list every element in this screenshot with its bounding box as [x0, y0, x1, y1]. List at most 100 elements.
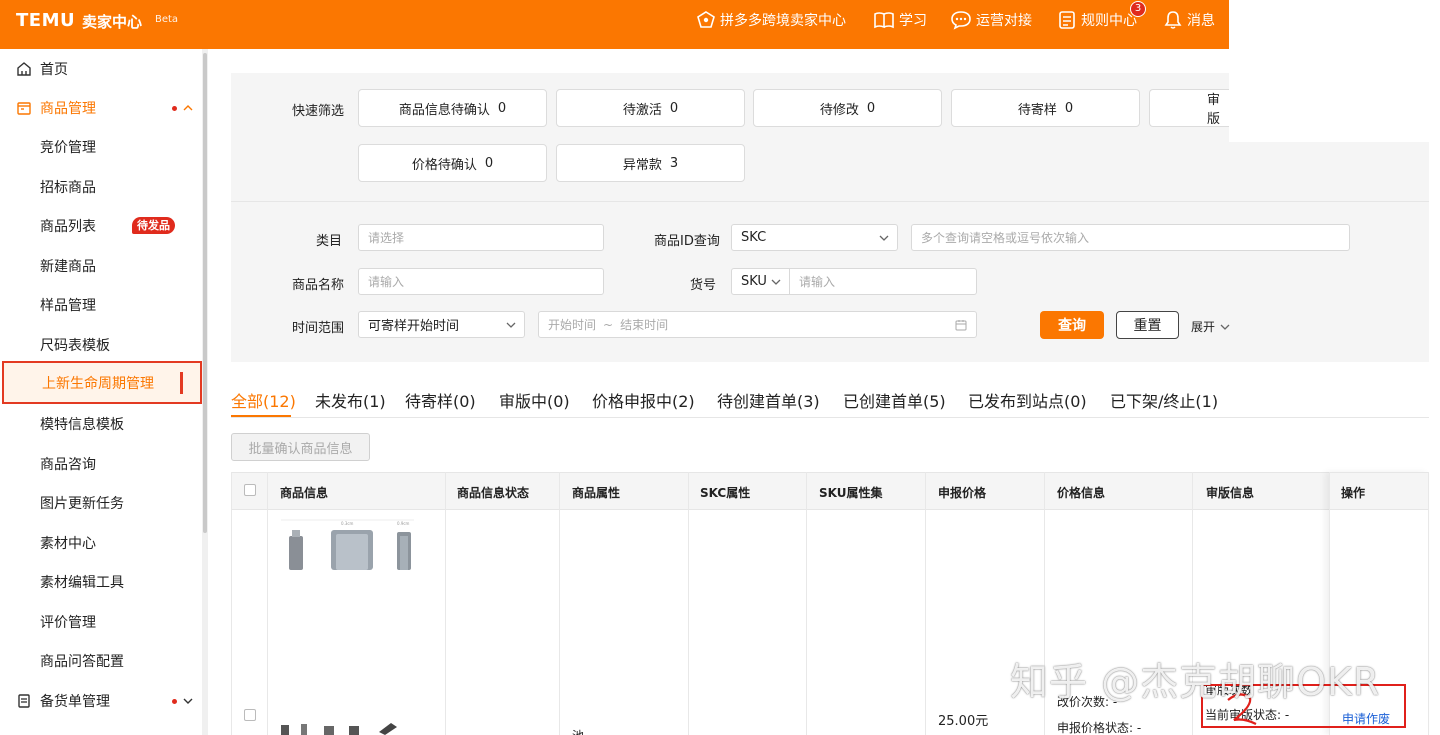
- product-thumbnail[interactable]: 0.3cm 0.9cm: [279, 518, 416, 570]
- grid-line: [559, 472, 560, 735]
- time-type-select[interactable]: 可寄样开始时间: [358, 311, 525, 338]
- sidebar-label: 商品咨询: [40, 457, 96, 473]
- tab-delisted[interactable]: 已下架/终止(1): [1110, 388, 1218, 412]
- price-report-status: 申报价格状态: -: [1057, 721, 1142, 735]
- select-value: SKU: [741, 274, 767, 289]
- expand-toggle[interactable]: 展开: [1191, 318, 1230, 335]
- nav-label: 运营对接: [976, 13, 1032, 29]
- range-separator: ~: [603, 317, 614, 332]
- qbtn-count: 0: [669, 100, 679, 116]
- sidebar-label: 素材中心: [40, 536, 96, 552]
- sidebar-label: 商品管理: [40, 101, 96, 117]
- quick-filter-pending-modify[interactable]: 待修改 0: [753, 89, 942, 127]
- calendar-icon: [955, 320, 967, 331]
- placeholder: 多个查询请空格或逗号依次输入: [921, 231, 1090, 245]
- nav-pdd-seller-center[interactable]: 拼多多跨境卖家中心: [696, 0, 846, 40]
- tab-first-order-created[interactable]: 已创建首单(5): [843, 388, 946, 412]
- sidebar-item-material-editor[interactable]: 素材编辑工具: [0, 564, 202, 600]
- reset-button[interactable]: 重置: [1116, 311, 1179, 339]
- col-goods-info: 商品信息: [280, 486, 329, 500]
- qbtn-label: 价格待确认: [411, 157, 477, 173]
- sidebar-label: 素材编辑工具: [40, 575, 124, 591]
- row-checkbox[interactable]: [244, 709, 256, 721]
- quick-filter-panel-ext: [1229, 142, 1429, 201]
- sidebar-item-reviews[interactable]: 评价管理: [0, 604, 202, 640]
- grid-line: [1428, 472, 1429, 735]
- product-id-type-select[interactable]: SKC: [731, 224, 898, 251]
- qbtn-label: 待激活: [622, 102, 662, 118]
- qbtn-label: 异常款: [622, 157, 662, 173]
- tab-unpublished[interactable]: 未发布(1): [315, 388, 386, 412]
- quick-filter-review[interactable]: 审版: [1149, 89, 1229, 127]
- sidebar-scroll-thumb[interactable]: [203, 53, 207, 533]
- active-indicator: [180, 372, 183, 394]
- top-header: TEMU 卖家中心 Beta 拼多多跨境卖家中心 学习 运营对接 规则中心 3 …: [0, 0, 1229, 49]
- sidebar-item-material-center[interactable]: 素材中心: [0, 525, 202, 561]
- category-select[interactable]: 请选择: [358, 224, 604, 251]
- sidebar-item-tender-goods[interactable]: 招标商品: [0, 169, 202, 205]
- select-all-checkbox[interactable]: [244, 484, 256, 496]
- active-tab-underline: [231, 415, 291, 417]
- watermark-text: 知乎 @杰克胡聊OKR: [1010, 660, 1381, 704]
- quick-filter-pending-activate[interactable]: 待激活 0: [556, 89, 745, 127]
- col-info-status: 商品信息状态: [457, 486, 530, 500]
- nav-operation[interactable]: 运营对接: [950, 0, 1032, 40]
- end-placeholder: 结束时间: [620, 318, 669, 332]
- goods-name-label: 商品名称: [292, 278, 345, 293]
- nav-learn[interactable]: 学习: [873, 0, 927, 40]
- sidebar-item-size-chart[interactable]: 尺码表模板: [0, 327, 202, 363]
- placeholder: 请输入: [368, 275, 405, 289]
- chevron-down-icon: [1220, 324, 1230, 330]
- blank-region: [1229, 0, 1440, 142]
- quick-filter-pending-sample[interactable]: 待寄样 0: [951, 89, 1140, 127]
- goods-name-input[interactable]: 请输入: [358, 268, 604, 295]
- temu-logo[interactable]: TEMU: [16, 10, 75, 31]
- tab-price-reporting[interactable]: 价格申报中(2): [592, 388, 695, 412]
- tab-published-to-site[interactable]: 已发布到站点(0): [968, 388, 1087, 412]
- grid-line: [688, 472, 689, 735]
- batch-confirm-button[interactable]: 批量确认商品信息: [231, 433, 370, 461]
- quick-filter-price-confirm[interactable]: 价格待确认 0: [358, 144, 547, 182]
- sidebar-item-model-template[interactable]: 模特信息模板: [0, 406, 202, 442]
- sidebar-item-bidding[interactable]: 竞价管理: [0, 129, 202, 165]
- tab-pending-first-order[interactable]: 待创建首单(3): [717, 388, 820, 412]
- nav-messages[interactable]: 消息: [1163, 0, 1215, 40]
- tab-reviewing[interactable]: 审版中(0): [499, 388, 570, 412]
- query-button[interactable]: 查询: [1040, 311, 1104, 339]
- sidebar-item-sample[interactable]: 样品管理: [0, 287, 202, 323]
- sidebar-label: 竞价管理: [40, 140, 96, 156]
- sidebar-item-goods-list[interactable]: 商品列表 待发品: [0, 208, 202, 244]
- product-thumbnail[interactable]: [279, 720, 404, 735]
- date-range-picker[interactable]: 开始时间 ~ 结束时间: [538, 311, 977, 338]
- col-sku-attrs: SKU属性集: [819, 486, 883, 500]
- col-report-price: 申报价格: [938, 486, 987, 500]
- expand-label: 展开: [1191, 320, 1216, 334]
- sidebar-label: 商品列表: [40, 219, 96, 235]
- svg-text:0.9cm: 0.9cm: [397, 521, 410, 526]
- sidebar-item-qa-config[interactable]: 商品问答配置: [0, 643, 202, 679]
- chevron-up-icon: [183, 105, 193, 111]
- tab-pending-sample[interactable]: 待寄样(0): [405, 388, 476, 412]
- grid-line: [445, 472, 446, 735]
- product-id-input[interactable]: 多个查询请空格或逗号依次输入: [911, 224, 1350, 251]
- nav-rules-center[interactable]: 规则中心: [1057, 0, 1137, 40]
- sidebar-item-goods-management[interactable]: 商品管理: [0, 90, 202, 126]
- sidebar-item-lifecycle[interactable]: 上新生命周期管理: [2, 361, 202, 404]
- sidebar-item-image-update[interactable]: 图片更新任务: [0, 485, 202, 521]
- sidebar-label: 样品管理: [40, 298, 96, 314]
- grid-line: [806, 472, 807, 735]
- sidebar-item-stock-orders[interactable]: 备货单管理: [0, 683, 202, 719]
- sidebar-item-new-goods[interactable]: 新建商品: [0, 248, 202, 284]
- item-no-label: 货号: [690, 278, 717, 293]
- item-no-input[interactable]: 请输入: [789, 268, 977, 295]
- qbtn-count: 3: [669, 155, 679, 171]
- tab-all[interactable]: 全部(12): [231, 388, 296, 412]
- quick-filter-abnormal[interactable]: 异常款 3: [556, 144, 745, 182]
- qbtn-label: 审版: [1207, 93, 1221, 127]
- quick-filter-pending-confirm[interactable]: 商品信息待确认 0: [358, 89, 547, 127]
- sidebar-item-home[interactable]: 首页: [0, 51, 202, 87]
- item-no-type-select[interactable]: SKU: [731, 268, 790, 295]
- nav-label: 拼多多跨境卖家中心: [720, 13, 846, 29]
- sidebar-item-consult[interactable]: 商品咨询: [0, 446, 202, 482]
- sidebar-label: 新建商品: [40, 259, 96, 275]
